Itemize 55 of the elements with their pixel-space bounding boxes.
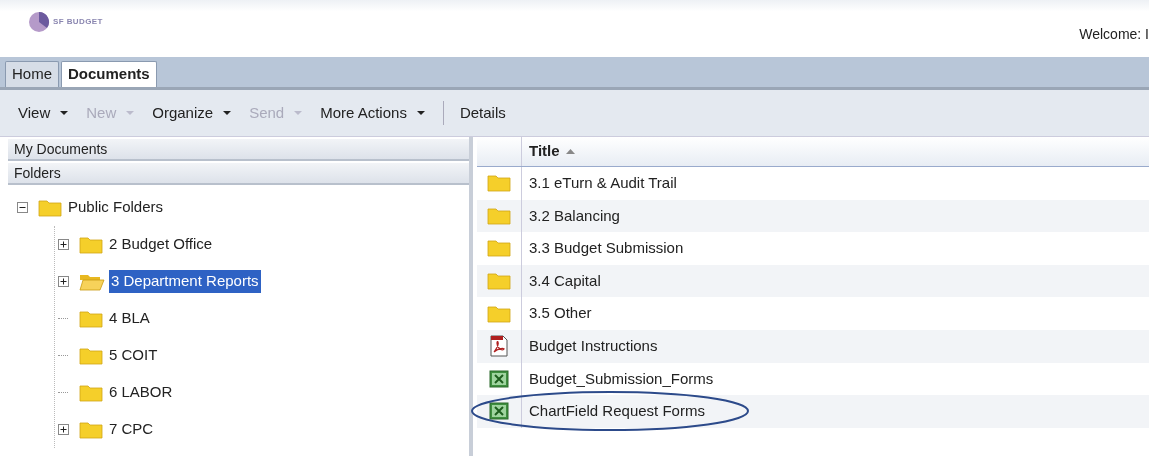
file-title: Budget Instructions — [529, 336, 658, 356]
caret-icon — [294, 111, 303, 115]
folder-icon — [487, 304, 511, 323]
folder-icon — [487, 239, 511, 258]
toolbar-menu[interactable]: View — [18, 101, 69, 125]
tab[interactable]: Home — [5, 61, 59, 87]
spreadsheet-icon — [489, 402, 509, 421]
tree-item[interactable]: 6 LABOR — [107, 381, 175, 404]
spreadsheet-icon — [489, 369, 509, 388]
column-header[interactable]: Title — [522, 137, 575, 166]
panel-header[interactable]: My Documents — [8, 139, 469, 161]
panel-header[interactable]: Folders — [8, 163, 469, 185]
file-title: Budget_Submission_Forms — [529, 368, 714, 389]
welcome-text: Welcome: I — [1079, 25, 1149, 44]
folder-icon — [79, 383, 103, 402]
file-title: 3.5 Other — [529, 303, 592, 324]
toolbar-menu[interactable]: Organize — [152, 101, 232, 125]
file-title: 3.4 Capital — [529, 270, 601, 291]
file-title: 3.1 eTurn & Audit Trail — [529, 173, 677, 194]
toolbar-button[interactable]: Details — [459, 101, 506, 125]
caret-icon — [416, 111, 425, 115]
table-row[interactable]: 3.4 Capital — [477, 264, 1149, 298]
tree-item[interactable]: 2 Budget Office — [107, 233, 215, 256]
tree-item[interactable]: 3 Department Reports — [109, 270, 261, 293]
folder-icon — [487, 206, 511, 225]
tree-item[interactable]: 7 CPC — [107, 418, 156, 441]
folder-icon — [79, 346, 103, 365]
expand-icon[interactable] — [57, 239, 69, 250]
folder-icon — [487, 272, 511, 291]
folder-icon — [79, 420, 103, 439]
toolbar-menu[interactable]: More Actions — [320, 101, 425, 125]
tree-item[interactable]: Public Folders — [66, 196, 166, 219]
open-folder-icon — [79, 272, 105, 291]
sort-ascending-icon — [565, 149, 575, 154]
folder-icon — [38, 198, 62, 217]
caret-icon — [223, 111, 232, 115]
tree-item[interactable]: 5 COIT — [107, 344, 160, 367]
file-title: ChartField Request Forms — [529, 401, 705, 422]
caret-icon — [60, 111, 69, 115]
tree-item[interactable]: 4 BLA — [107, 307, 152, 330]
folder-icon — [487, 174, 511, 193]
folder-icon — [79, 309, 103, 328]
table-row[interactable]: Budget Instructions — [477, 329, 1149, 363]
table-row[interactable]: 3.2 Balancing — [477, 199, 1149, 233]
file-title: 3.3 Budget Submission — [529, 238, 684, 259]
pie-logo-icon — [28, 11, 50, 33]
caret-icon — [126, 111, 135, 115]
collapse-icon[interactable] — [16, 202, 28, 213]
tab[interactable]: Documents — [61, 61, 157, 87]
logo-text: SF BUDGET — [53, 16, 103, 28]
expand-icon[interactable] — [57, 276, 69, 287]
pdf-icon — [489, 335, 509, 358]
folder-icon — [79, 235, 103, 254]
file-title: 3.2 Balancing — [529, 205, 620, 226]
expand-icon[interactable] — [57, 424, 69, 435]
